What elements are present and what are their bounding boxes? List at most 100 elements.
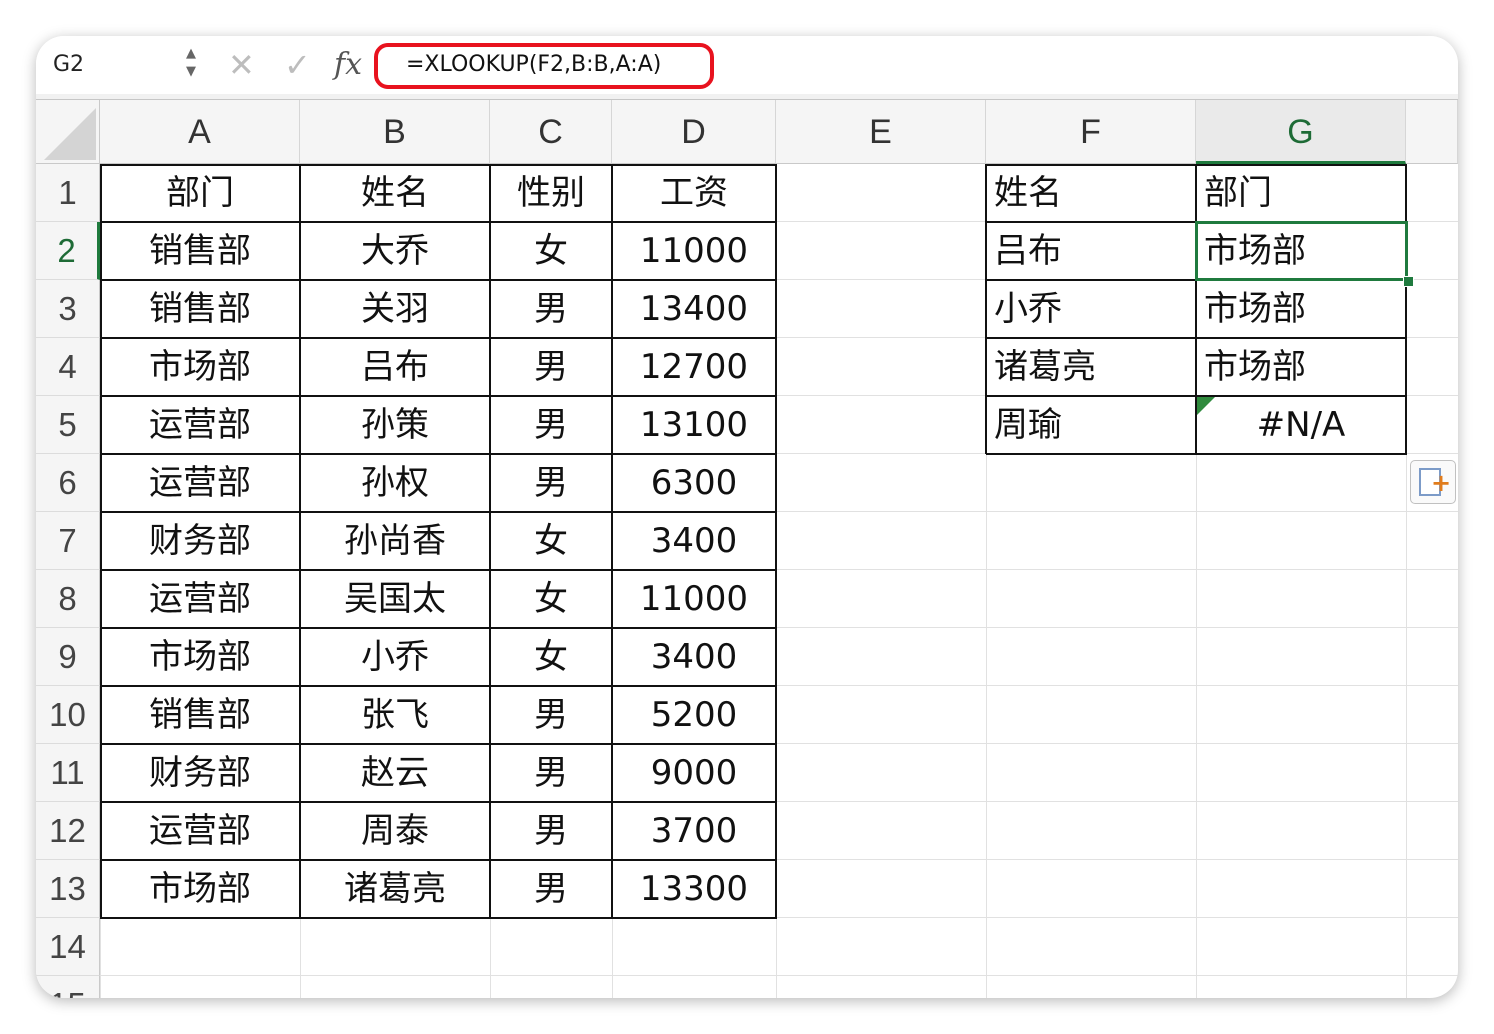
table-cell[interactable]: 吴国太 bbox=[300, 570, 490, 628]
insert-function-button[interactable]: fx bbox=[334, 46, 362, 84]
table-cell[interactable]: 孙权 bbox=[300, 454, 490, 512]
row-header-1[interactable]: 1 bbox=[36, 164, 100, 222]
gridline-h bbox=[100, 975, 1458, 976]
table-header-cell[interactable]: 工资 bbox=[612, 164, 776, 222]
table-cell[interactable]: 小乔 bbox=[300, 628, 490, 686]
table-cell[interactable]: 关羽 bbox=[300, 280, 490, 338]
lookup-header-cell[interactable]: 姓名 bbox=[986, 164, 1196, 222]
table-cell[interactable]: 运营部 bbox=[100, 802, 300, 860]
table-header-cell[interactable]: 姓名 bbox=[300, 164, 490, 222]
table-cell[interactable]: 市场部 bbox=[100, 338, 300, 396]
lookup-header-cell[interactable]: 部门 bbox=[1196, 164, 1406, 222]
row-header-9[interactable]: 9 bbox=[36, 628, 100, 686]
row-header-13[interactable]: 13 bbox=[36, 860, 100, 918]
table-cell[interactable]: 13100 bbox=[612, 396, 776, 454]
table-cell[interactable]: 孙尚香 bbox=[300, 512, 490, 570]
table-cell[interactable]: 财务部 bbox=[100, 744, 300, 802]
column-header-f[interactable]: F bbox=[986, 100, 1196, 164]
column-header-g[interactable]: G bbox=[1196, 100, 1406, 164]
row-header-8[interactable]: 8 bbox=[36, 570, 100, 628]
name-box[interactable]: G2 bbox=[36, 36, 200, 94]
table-cell[interactable]: 男 bbox=[490, 338, 612, 396]
table-cell[interactable]: 男 bbox=[490, 744, 612, 802]
error-cell[interactable]: #N/A bbox=[1196, 396, 1406, 454]
table-cell[interactable]: 男 bbox=[490, 396, 612, 454]
table-header-cell[interactable]: 部门 bbox=[100, 164, 300, 222]
row-header-15[interactable]: 15 bbox=[36, 976, 100, 998]
lookup-cell[interactable]: 市场部 bbox=[1196, 338, 1406, 396]
table-cell[interactable]: 12700 bbox=[612, 338, 776, 396]
row-header-7[interactable]: 7 bbox=[36, 512, 100, 570]
column-header-e[interactable]: E bbox=[776, 100, 986, 164]
table-cell[interactable]: 男 bbox=[490, 860, 612, 918]
lookup-border-v bbox=[985, 164, 987, 454]
table-cell[interactable]: 3700 bbox=[612, 802, 776, 860]
table-cell[interactable]: 运营部 bbox=[100, 396, 300, 454]
row-header-2[interactable]: 2 bbox=[36, 222, 100, 280]
row-header-3[interactable]: 3 bbox=[36, 280, 100, 338]
table-cell[interactable]: 男 bbox=[490, 802, 612, 860]
row-header-6[interactable]: 6 bbox=[36, 454, 100, 512]
table-cell[interactable]: 运营部 bbox=[100, 570, 300, 628]
column-header-empty bbox=[1406, 100, 1458, 164]
row-header-5[interactable]: 5 bbox=[36, 396, 100, 454]
lookup-cell[interactable]: 小乔 bbox=[986, 280, 1196, 338]
row-header-12[interactable]: 12 bbox=[36, 802, 100, 860]
table-cell[interactable]: 市场部 bbox=[100, 860, 300, 918]
column-header-b[interactable]: B bbox=[300, 100, 490, 164]
table-cell[interactable]: 销售部 bbox=[100, 280, 300, 338]
row-header-10[interactable]: 10 bbox=[36, 686, 100, 744]
table-cell[interactable]: 男 bbox=[490, 280, 612, 338]
row-header-4[interactable]: 4 bbox=[36, 338, 100, 396]
table-cell[interactable]: 女 bbox=[490, 222, 612, 280]
enter-formula-button[interactable]: ✓ bbox=[284, 46, 311, 84]
table-cell[interactable]: 大乔 bbox=[300, 222, 490, 280]
table-border-v bbox=[775, 164, 777, 918]
row-header-14[interactable]: 14 bbox=[36, 918, 100, 976]
name-box-stepper-icon[interactable]: ▲ ▼ bbox=[183, 45, 199, 85]
table-cell[interactable]: 男 bbox=[490, 686, 612, 744]
cancel-formula-button[interactable]: ✕ bbox=[228, 46, 255, 84]
lookup-cell[interactable]: 市场部 bbox=[1196, 280, 1406, 338]
table-cell[interactable]: 11000 bbox=[612, 570, 776, 628]
table-cell[interactable]: 9000 bbox=[612, 744, 776, 802]
error-indicator-icon[interactable] bbox=[1197, 397, 1215, 415]
table-border-h bbox=[100, 337, 777, 339]
lookup-cell[interactable]: 吕布 bbox=[986, 222, 1196, 280]
row-header-11[interactable]: 11 bbox=[36, 744, 100, 802]
table-cell[interactable]: 市场部 bbox=[100, 628, 300, 686]
table-cell[interactable]: 男 bbox=[490, 454, 612, 512]
table-cell[interactable]: 女 bbox=[490, 628, 612, 686]
table-cell[interactable]: 3400 bbox=[612, 512, 776, 570]
table-cell[interactable]: 5200 bbox=[612, 686, 776, 744]
select-all-corner[interactable] bbox=[36, 100, 100, 164]
table-cell[interactable]: 运营部 bbox=[100, 454, 300, 512]
table-cell[interactable]: 13300 bbox=[612, 860, 776, 918]
table-cell[interactable]: 周泰 bbox=[300, 802, 490, 860]
table-cell[interactable]: 6300 bbox=[612, 454, 776, 512]
table-cell[interactable]: 吕布 bbox=[300, 338, 490, 396]
table-cell[interactable]: 销售部 bbox=[100, 222, 300, 280]
table-cell[interactable]: 财务部 bbox=[100, 512, 300, 570]
table-cell[interactable]: 销售部 bbox=[100, 686, 300, 744]
table-border-h bbox=[100, 743, 777, 745]
lookup-cell[interactable]: 周瑜 bbox=[986, 396, 1196, 454]
table-cell[interactable]: 女 bbox=[490, 512, 612, 570]
table-border-v bbox=[100, 164, 102, 918]
table-cell[interactable]: 3400 bbox=[612, 628, 776, 686]
column-header-c[interactable]: C bbox=[490, 100, 612, 164]
paste-options-button[interactable]: + bbox=[1410, 460, 1456, 504]
table-cell[interactable]: 张飞 bbox=[300, 686, 490, 744]
table-header-cell[interactable]: 性别 bbox=[490, 164, 612, 222]
table-cell[interactable]: 11000 bbox=[612, 222, 776, 280]
table-cell[interactable]: 诸葛亮 bbox=[300, 860, 490, 918]
table-cell[interactable]: 13400 bbox=[612, 280, 776, 338]
column-header-a[interactable]: A bbox=[100, 100, 300, 164]
table-border-h bbox=[100, 917, 777, 919]
table-cell[interactable]: 孙策 bbox=[300, 396, 490, 454]
table-cell[interactable]: 女 bbox=[490, 570, 612, 628]
table-cell[interactable]: 赵云 bbox=[300, 744, 490, 802]
lookup-cell[interactable]: 诸葛亮 bbox=[986, 338, 1196, 396]
fill-handle[interactable] bbox=[1403, 276, 1414, 287]
column-header-d[interactable]: D bbox=[612, 100, 776, 164]
